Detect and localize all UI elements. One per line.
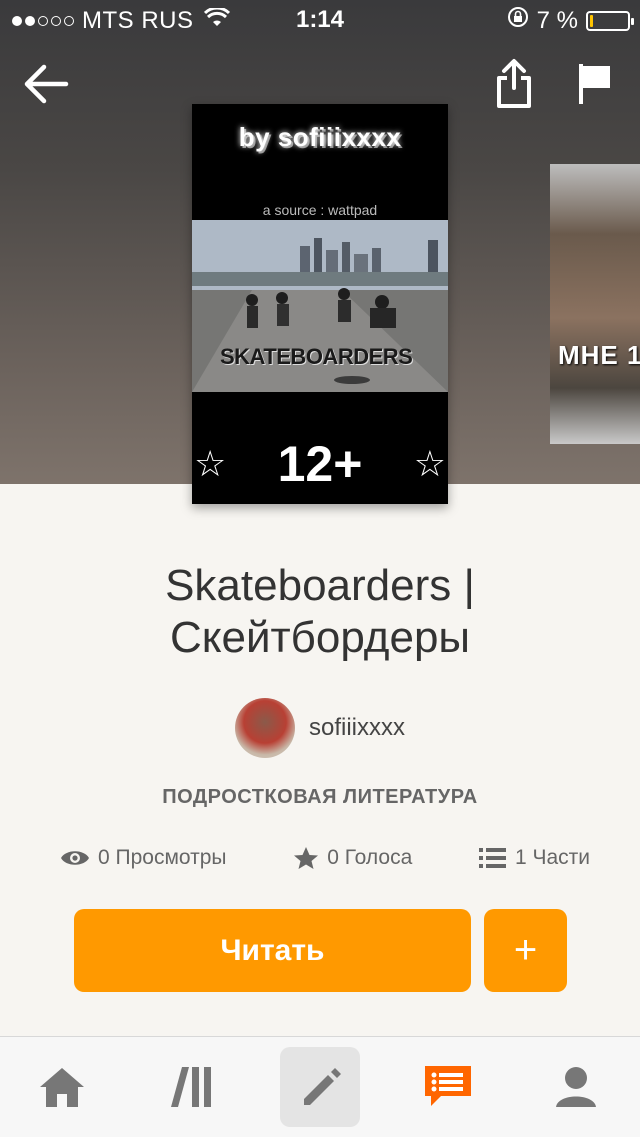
cover-source-text: a source : wattpad (262, 202, 378, 218)
write-icon (304, 1068, 341, 1105)
status-bar: MTS RUS 1:14 7 % (0, 0, 640, 40)
rotation-lock-icon (507, 6, 529, 35)
book-title-line1: Skateboarders | (165, 561, 475, 610)
flag-icon (579, 64, 610, 104)
report-button[interactable] (576, 62, 614, 111)
tab-profile[interactable] (536, 1047, 616, 1127)
tab-home[interactable] (22, 1047, 102, 1127)
list-icon (478, 848, 506, 868)
tab-bar (0, 1036, 640, 1137)
library-icon (171, 1067, 211, 1107)
share-icon (497, 59, 531, 108)
story-stats: 0 Просмотры 0 Голоса 1 Части (60, 846, 590, 870)
book-title-line2: Скейтбордеры (169, 613, 471, 662)
back-arrow-icon (24, 64, 69, 104)
cover-title-text: SKATEBOARDERS (220, 344, 413, 369)
tab-messages[interactable] (408, 1047, 488, 1127)
add-to-library-button[interactable]: + (484, 909, 567, 992)
read-button[interactable]: Читать (74, 909, 471, 992)
battery-percent: 7 % (536, 6, 578, 34)
parts-count: 1 Части (514, 846, 590, 869)
cover-age-rating: 12+ (277, 436, 363, 492)
avatar[interactable] (234, 698, 295, 758)
eye-icon (61, 851, 89, 865)
cover-bottom: ☆ 12+ ☆ (192, 434, 448, 494)
share-button[interactable] (494, 58, 534, 115)
next-book-cover[interactable]: МНЕ 1 (550, 164, 640, 444)
parts-stat: 1 Части (478, 846, 590, 870)
star-icon (294, 847, 319, 869)
votes-count: 0 Голоса (327, 846, 413, 869)
author-name[interactable]: sofiiixxxx (309, 714, 405, 742)
star-right-icon: ☆ (413, 443, 446, 484)
tab-write[interactable] (280, 1047, 360, 1127)
profile-icon (556, 1067, 596, 1107)
status-right: 7 % (507, 6, 634, 35)
battery-icon (586, 10, 634, 31)
views-stat: 0 Просмотры (60, 846, 227, 870)
battery-level (590, 14, 593, 27)
next-cover-text: МНЕ 1 (558, 340, 640, 370)
cover-author-text: by sofiiixxxx (238, 122, 402, 152)
back-button[interactable] (22, 62, 70, 111)
views-count: 0 Просмотры (98, 846, 227, 869)
book-title: Skateboarders | Скейтбордеры (40, 560, 600, 664)
tab-library[interactable] (152, 1047, 232, 1127)
messages-icon (425, 1066, 471, 1106)
votes-stat: 0 Голоса (293, 846, 412, 870)
genre-label[interactable]: ПОДРОСТКОВАЯ ЛИТЕРАТУРА (0, 786, 640, 809)
cover-photo: SKATEBOARDERS (192, 220, 448, 392)
book-cover[interactable]: by sofiiixxxx a source : wattpad SKATEBO… (192, 104, 448, 504)
author-row[interactable]: sofiiixxxx (0, 698, 640, 758)
home-icon (40, 1068, 84, 1107)
